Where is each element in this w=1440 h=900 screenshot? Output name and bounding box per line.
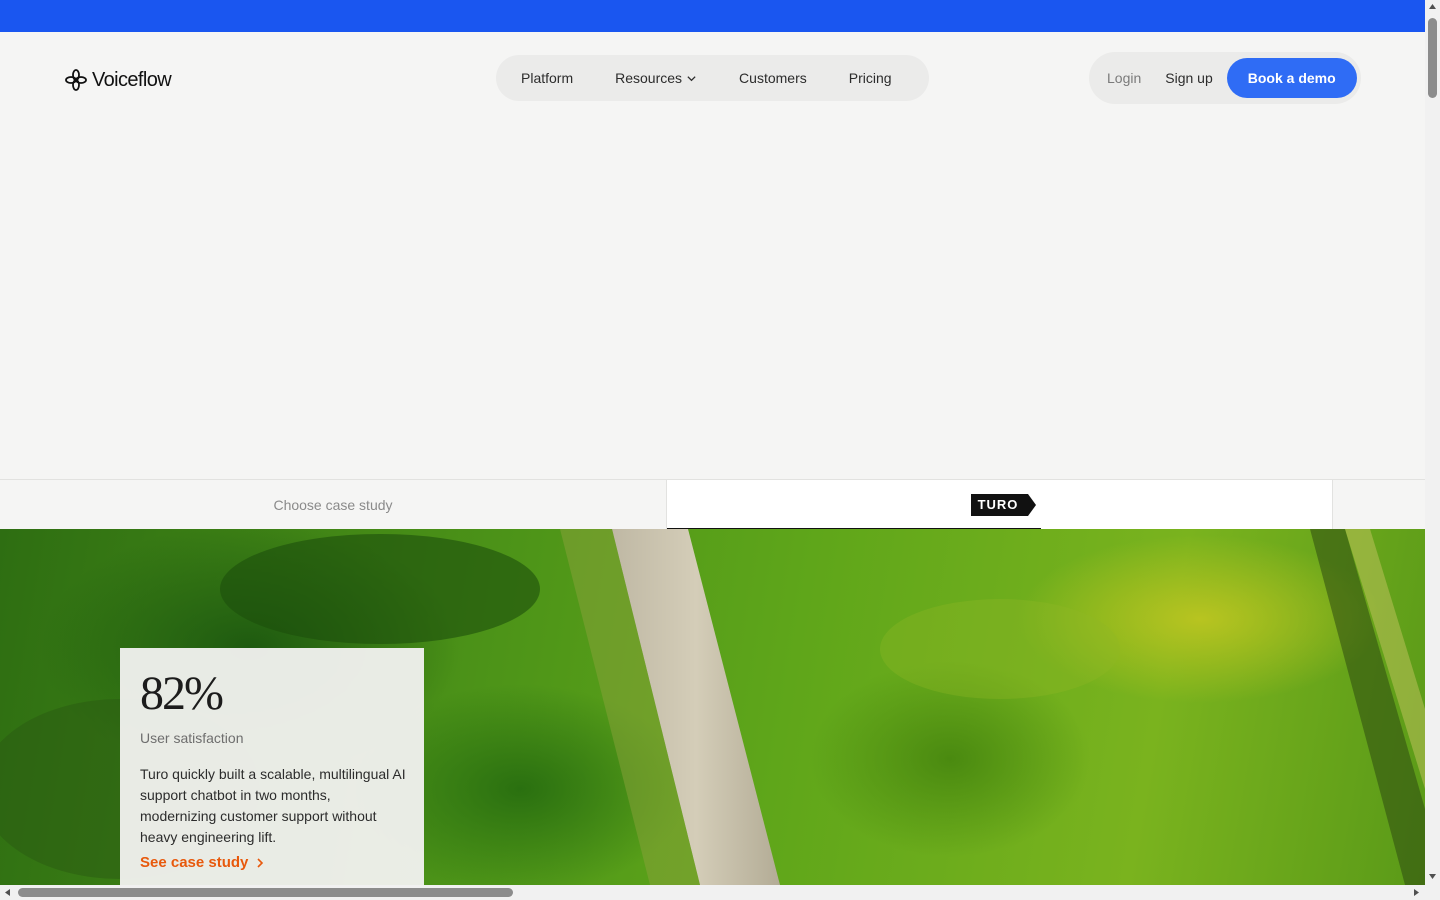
primary-nav: Platform Resources Customers Pricing xyxy=(496,55,929,101)
scroll-right-arrow-icon[interactable] xyxy=(1413,888,1420,897)
tab-turo[interactable]: TURO xyxy=(666,480,1333,530)
stat-description: Turo quickly built a scalable, multiling… xyxy=(140,766,406,845)
navbar: Voiceflow Platform Resources Customers P… xyxy=(0,32,1425,124)
nav-platform[interactable]: Platform xyxy=(521,70,573,86)
top-announcement-banner xyxy=(0,0,1425,32)
scroll-up-arrow-icon[interactable] xyxy=(1428,3,1437,10)
horizontal-scrollbar[interactable] xyxy=(0,885,1425,900)
nav-platform-label: Platform xyxy=(521,70,574,86)
chevron-right-icon xyxy=(257,857,264,868)
stat-label: User satisfaction xyxy=(140,730,244,746)
see-case-study-link[interactable]: See case study xyxy=(140,854,404,871)
stat-value: 82% xyxy=(140,667,224,720)
nav-customers[interactable]: Customers xyxy=(739,70,807,86)
chevron-down-icon xyxy=(687,75,696,81)
nav-pricing-label: Pricing xyxy=(848,70,892,86)
nav-pricing[interactable]: Pricing xyxy=(849,70,892,86)
nav-customers-label: Customers xyxy=(739,70,807,86)
case-study-selector: Choose case study TURO xyxy=(0,479,1425,530)
turo-logo-text: TURO xyxy=(977,497,1019,512)
signup-link[interactable]: Sign up xyxy=(1165,70,1212,86)
book-demo-button[interactable]: Book a demo xyxy=(1226,58,1357,98)
nav-resources-label: Resources xyxy=(615,70,683,86)
vertical-scrollbar[interactable] xyxy=(1425,0,1440,885)
brand-name: Voiceflow xyxy=(92,68,172,91)
voiceflow-logo-icon xyxy=(65,69,87,91)
choose-case-study-label: Choose case study xyxy=(273,496,393,513)
scrollbar-corner xyxy=(1425,885,1440,900)
scroll-left-arrow-icon[interactable] xyxy=(4,888,11,897)
auth-actions: Login Sign up Book a demo xyxy=(1089,52,1361,104)
see-case-study-label: See case study xyxy=(140,854,249,871)
scroll-down-arrow-icon[interactable] xyxy=(1428,873,1437,880)
horizontal-scroll-thumb[interactable] xyxy=(18,888,513,897)
vertical-scroll-thumb[interactable] xyxy=(1428,18,1437,98)
case-study-stat-card: 82% User satisfaction Turo quickly built… xyxy=(120,648,424,885)
login-link[interactable]: Login xyxy=(1107,70,1141,86)
turo-logo: TURO xyxy=(970,493,1037,516)
nav-resources[interactable]: Resources xyxy=(615,70,697,86)
voiceflow-logo[interactable]: Voiceflow xyxy=(64,68,172,92)
